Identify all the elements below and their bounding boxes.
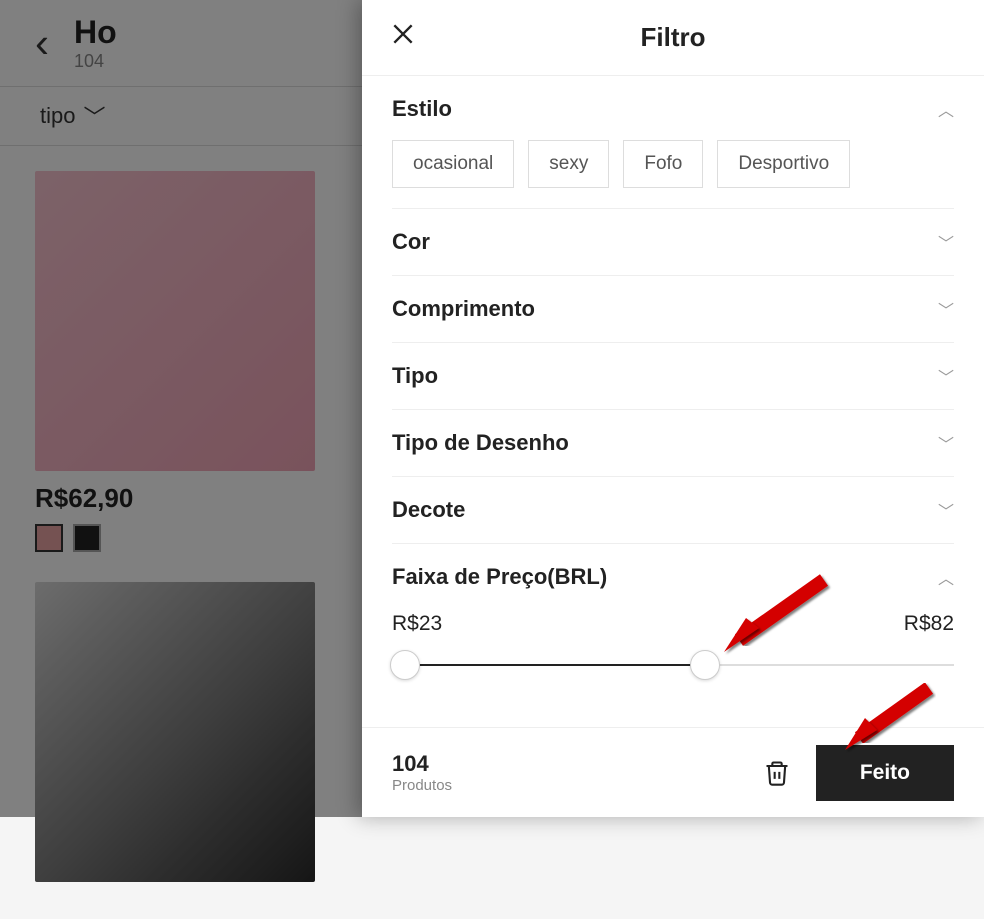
section-header-cor[interactable]: Cor ﹀ <box>392 229 954 255</box>
back-icon: ‹ <box>35 19 49 67</box>
result-count: 104 Produtos <box>392 751 738 794</box>
chevron-up-icon: ︿ <box>938 97 954 121</box>
section-header-comprimento[interactable]: Comprimento ﹀ <box>392 296 954 322</box>
filter-section-comprimento: Comprimento ﹀ <box>392 276 954 343</box>
chevron-down-icon: ﹀ <box>83 100 105 132</box>
filter-panel: Filtro Estilo ︿ ocasional sexy Fofo Desp… <box>362 0 984 817</box>
clear-filters-button[interactable] <box>760 756 794 790</box>
filter-panel-body: Estilo ︿ ocasional sexy Fofo Desportivo … <box>362 76 984 727</box>
trash-icon <box>763 759 791 787</box>
chevron-down-icon: ﹀ <box>938 431 954 455</box>
estilo-options: ocasional sexy Fofo Desportivo <box>392 140 954 188</box>
chevron-down-icon: ﹀ <box>938 230 954 254</box>
bg-subtitle: 104 <box>74 51 117 72</box>
filter-section-tipo: Tipo ﹀ <box>392 343 954 410</box>
slider-handle-max[interactable] <box>690 650 720 680</box>
bg-filter-chip-label: tipo <box>40 103 75 129</box>
filter-section-cor: Cor ﹀ <box>392 209 954 276</box>
filter-panel-header: Filtro <box>362 0 984 76</box>
filter-chip-desportivo[interactable]: Desportivo <box>717 140 850 188</box>
result-count-number: 104 <box>392 751 738 777</box>
filter-chip-fofo[interactable]: Fofo <box>623 140 703 188</box>
section-header-decote[interactable]: Decote ﹀ <box>392 497 954 523</box>
bg-product-image <box>35 171 315 471</box>
filter-panel-footer: 104 Produtos Feito <box>362 727 984 817</box>
slider-handle-min[interactable] <box>390 650 420 680</box>
filter-chip-sexy[interactable]: sexy <box>528 140 609 188</box>
section-header-tipo[interactable]: Tipo ﹀ <box>392 363 954 389</box>
price-max-label: R$82 <box>904 612 954 636</box>
filter-chip-ocasional[interactable]: ocasional <box>392 140 514 188</box>
price-range-labels: R$23 R$82 <box>392 612 954 636</box>
chevron-down-icon: ﹀ <box>938 498 954 522</box>
filter-panel-title: Filtro <box>641 22 706 53</box>
filter-section-estilo: Estilo ︿ ocasional sexy Fofo Desportivo <box>392 76 954 209</box>
slider-track-active <box>392 664 701 666</box>
price-min-label: R$23 <box>392 612 442 636</box>
section-title: Decote <box>392 497 465 523</box>
section-header-price[interactable]: Faixa de Preço(BRL) ︿ <box>392 564 954 590</box>
swatch-black <box>73 524 101 552</box>
filter-section-price: Faixa de Preço(BRL) ︿ R$23 R$82 <box>392 544 954 716</box>
close-button[interactable] <box>390 21 416 54</box>
result-count-label: Produtos <box>392 777 738 794</box>
chevron-down-icon: ﹀ <box>938 364 954 388</box>
section-title: Estilo <box>392 96 452 122</box>
bg-title-area: Ho 104 <box>74 14 117 72</box>
section-title: Tipo de Desenho <box>392 430 569 456</box>
filter-section-decote: Decote ﹀ <box>392 477 954 544</box>
chevron-down-icon: ﹀ <box>938 297 954 321</box>
swatch-pink <box>35 524 63 552</box>
bg-filter-chip: tipo ﹀ <box>40 100 106 132</box>
section-title: Cor <box>392 229 430 255</box>
section-title: Faixa de Preço(BRL) <box>392 564 607 590</box>
close-icon <box>390 21 416 47</box>
price-range-slider[interactable] <box>392 646 954 686</box>
section-title: Comprimento <box>392 296 535 322</box>
section-header-estilo[interactable]: Estilo ︿ <box>392 96 954 122</box>
bg-page-title: Ho <box>74 14 117 51</box>
done-button[interactable]: Feito <box>816 745 954 801</box>
filter-section-tipo-desenho: Tipo de Desenho ﹀ <box>392 410 954 477</box>
chevron-up-icon: ︿ <box>938 565 954 589</box>
section-header-tipo-desenho[interactable]: Tipo de Desenho ﹀ <box>392 430 954 456</box>
bg-product-image <box>35 582 315 882</box>
section-title: Tipo <box>392 363 438 389</box>
